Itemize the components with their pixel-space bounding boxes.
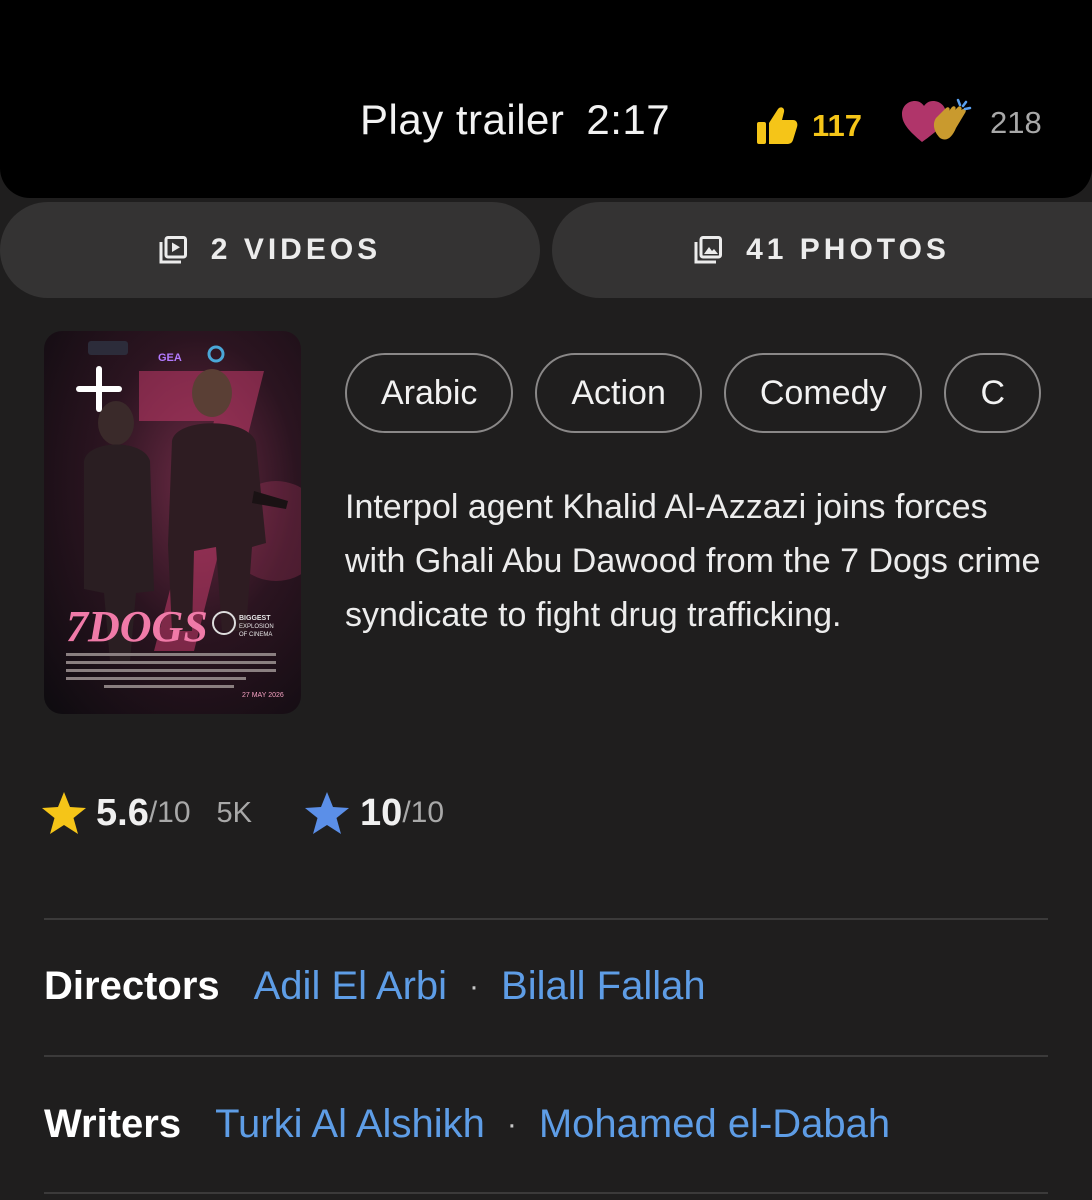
divider: [44, 918, 1048, 920]
writer-link[interactable]: Mohamed el-Dabah: [539, 1102, 890, 1147]
separator-dot: ·: [506, 1107, 517, 1141]
director-link[interactable]: Bilall Fallah: [501, 964, 706, 1009]
writer-link[interactable]: Turki Al Alshikh: [215, 1102, 485, 1147]
svg-text:OF CINEMA: OF CINEMA: [239, 632, 272, 638]
play-trailer-label: Play trailer: [360, 96, 565, 143]
directors-row: Directors Adil El Arbi · Bilall Fallah: [44, 964, 706, 1009]
rate-star-icon[interactable]: [302, 790, 352, 836]
director-link[interactable]: Adil El Arbi: [254, 964, 447, 1009]
play-trailer-button[interactable]: Play trailer 2:17: [360, 96, 670, 144]
imdb-rating-max: /10: [148, 796, 191, 829]
genre-chip[interactable]: Arabic: [345, 353, 514, 433]
svg-text:GEA: GEA: [158, 352, 182, 364]
photos-label: 41 PHOTOS: [746, 233, 950, 266]
svg-text:BIGGEST: BIGGEST: [239, 615, 271, 622]
photos-button[interactable]: 41 PHOTOS: [552, 202, 1092, 298]
svg-text:EXPLOSION: EXPLOSION: [239, 624, 274, 630]
imdb-rating[interactable]: 5.6: [96, 792, 149, 835]
rating-count: 5K: [216, 796, 253, 829]
genre-chip[interactable]: Comedy: [723, 353, 923, 433]
videos-label: 2 VIDEOS: [210, 233, 382, 266]
ratings-row: 5.6/10 5K 10/10: [40, 790, 444, 836]
thumbs-up-icon: [757, 107, 798, 144]
poster-release-date: 27 MAY 2026: [242, 692, 284, 699]
genre-chip[interactable]: C: [944, 353, 1042, 433]
genre-chips: Arabic Action Comedy C: [345, 353, 1043, 435]
star-icon: [42, 792, 86, 834]
videos-button[interactable]: 2 VIDEOS: [0, 202, 540, 298]
separator-dot: ·: [469, 969, 480, 1003]
directors-label: Directors: [44, 964, 220, 1008]
photo-library-icon: [694, 236, 723, 264]
divider: [44, 1055, 1048, 1057]
user-rating[interactable]: 10: [360, 792, 402, 835]
reactions-button[interactable]: 218: [900, 98, 1042, 148]
genre-chip[interactable]: Action: [535, 353, 702, 433]
trailer-bar[interactable]: Play trailer 2:17 117 218: [0, 0, 1092, 198]
writers-row: Writers Turki Al Alshikh · Mohamed el-Da…: [44, 1102, 890, 1147]
user-rating-max: /10: [402, 796, 445, 829]
trailer-duration: 2:17: [586, 96, 671, 143]
like-button[interactable]: 117: [756, 106, 862, 146]
plot-summary[interactable]: Interpol agent Khalid Al-Azzazi joins fo…: [345, 480, 1045, 642]
video-library-icon: [159, 236, 187, 264]
heart-clap-icon: [902, 98, 972, 142]
divider: [44, 1192, 1048, 1194]
poster-title: 7DOGS: [66, 602, 208, 651]
writers-label: Writers: [44, 1102, 182, 1146]
reaction-count: 218: [990, 105, 1042, 140]
like-count: 117: [812, 108, 863, 143]
add-to-watchlist-icon[interactable]: [74, 364, 124, 414]
